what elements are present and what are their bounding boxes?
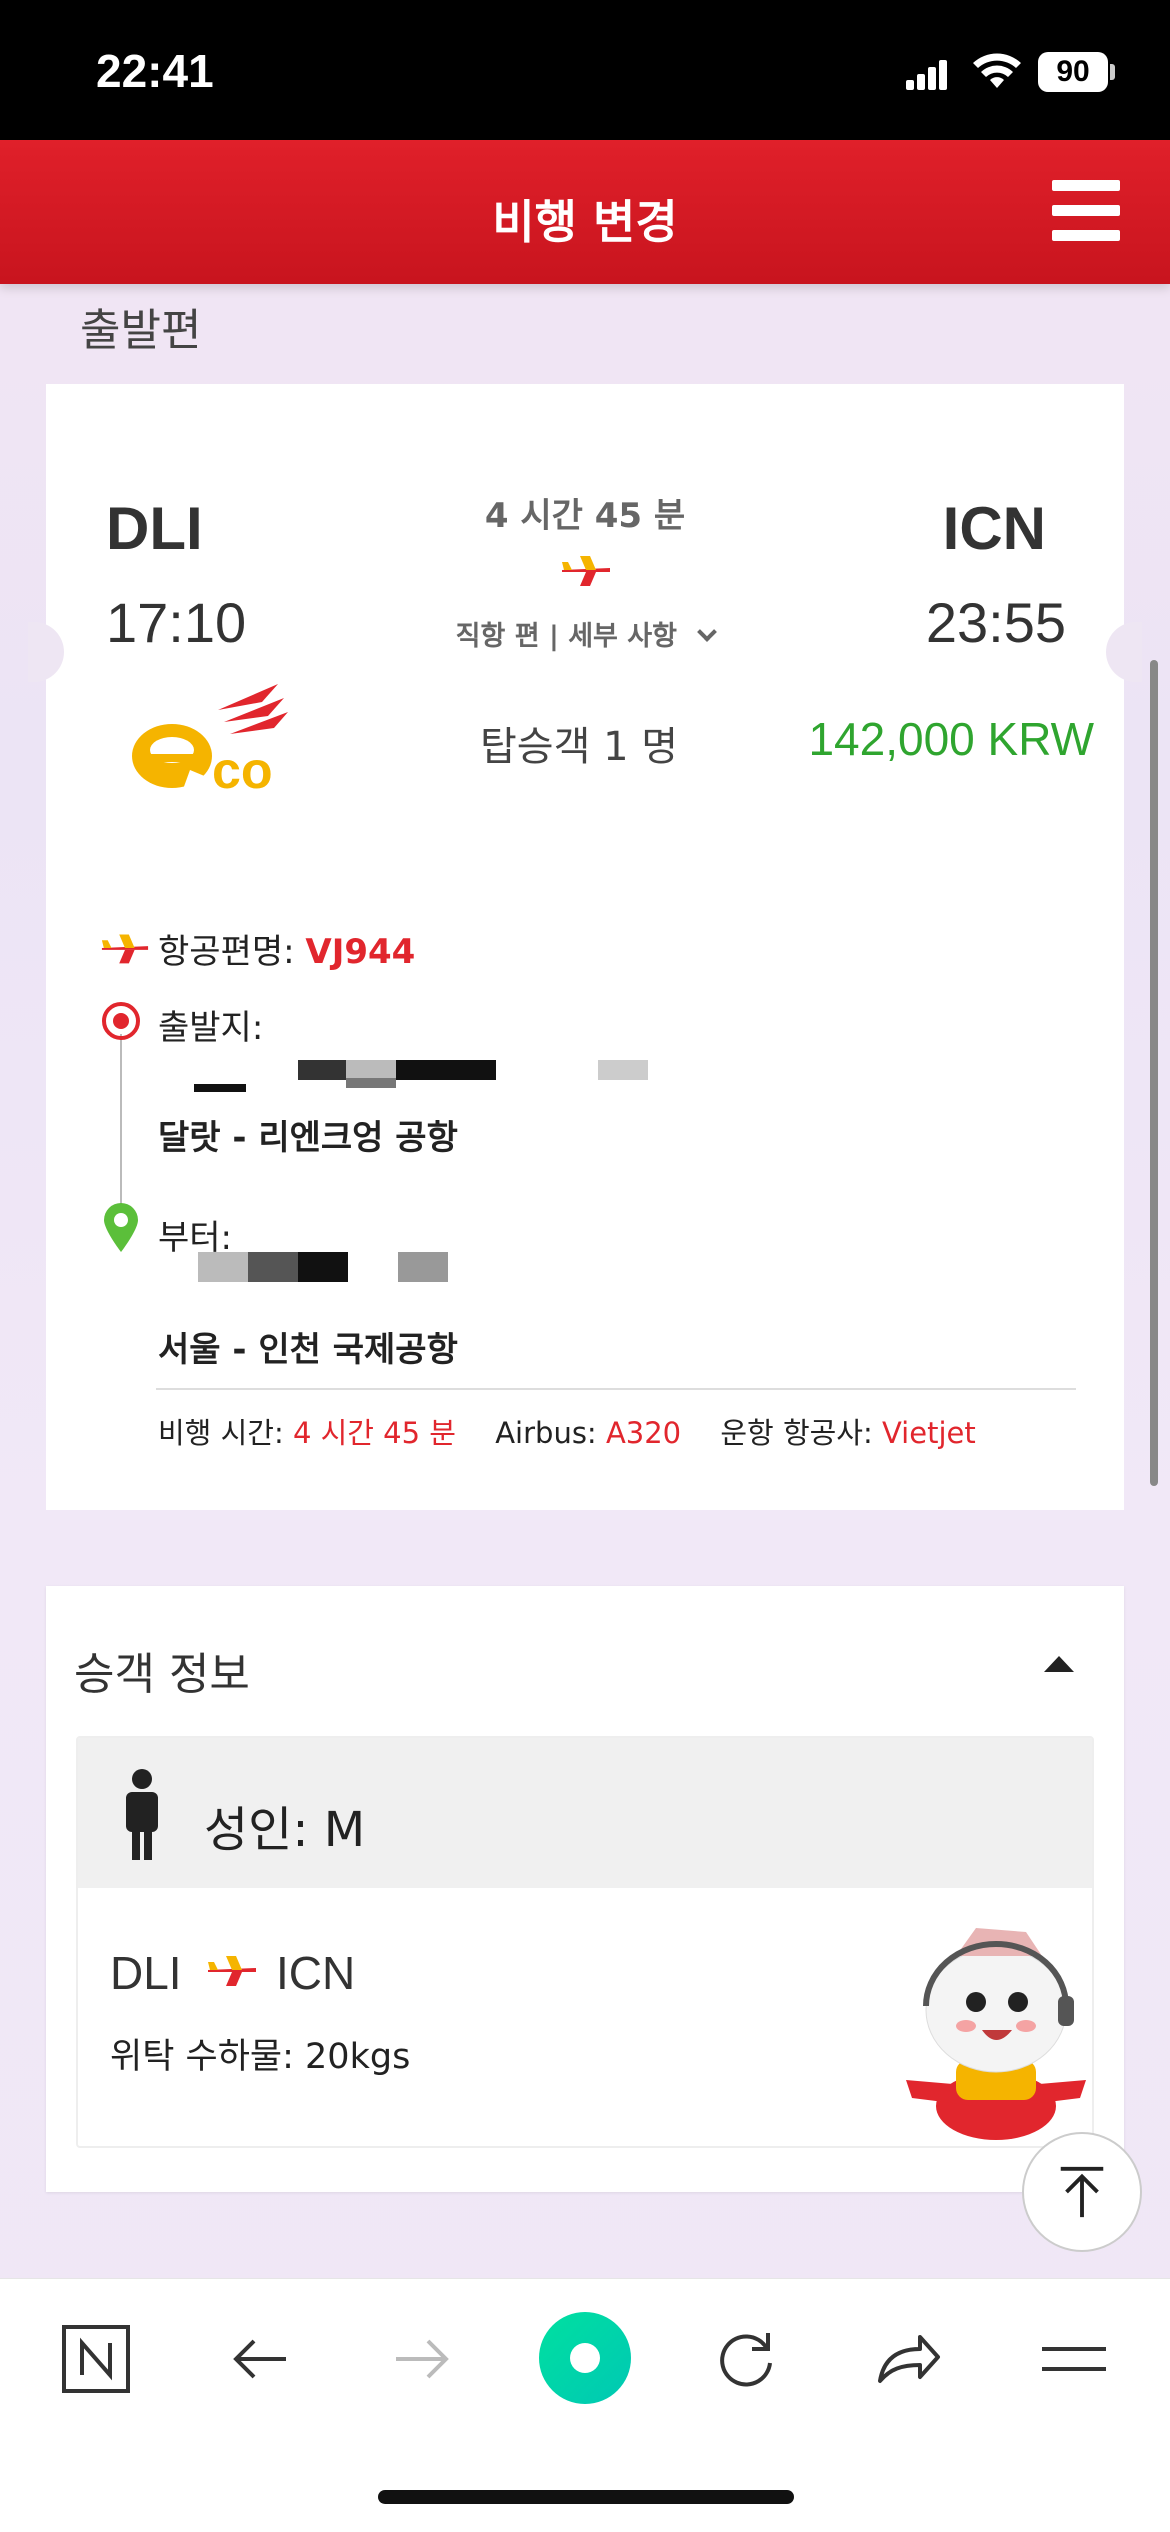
scroll-to-top-button[interactable] [1022,2132,1142,2252]
departure-label: 출발지: [158,1008,264,1048]
page-title: 비행 변경 [492,195,678,249]
forward-icon[interactable] [386,2323,458,2395]
app-header: 비행 변경 [0,140,1170,284]
direct-details-label: 직항 편 | 세부 사항 [455,621,677,652]
menu-icon[interactable] [1038,2323,1110,2395]
aircraft-label: Airbus: [495,1416,597,1450]
flight-time: 4 시간 45 분 [292,1416,456,1450]
chevron-down-icon [697,622,718,642]
section-label-departure: 출발편 [80,305,202,356]
home-indicator [378,2490,794,2504]
origin-dot-icon [102,1002,140,1040]
operator-label: 운항 항공사: [720,1416,873,1450]
battery-icon: 90 [1038,52,1108,92]
status-time: 22:41 [96,45,214,97]
passenger-info-title: 승객 정보 [74,1649,250,1700]
plane-icon [562,556,610,586]
flight-duration: 4 시간 45 분 [484,496,686,536]
scrollbar[interactable] [1150,660,1158,1486]
share-icon[interactable] [872,2323,944,2395]
battery-tip [1110,64,1115,80]
location-pin-icon [104,1203,138,1252]
flight-card: DLI 17:10 ICN 23:55 4 시간 45 분 직항 편 | 세부 … [28,384,1142,1510]
person-icon [126,1769,158,1860]
passenger-count: 탑승객 1 명 [480,724,679,770]
flight-number-label: 항공편명: [158,932,295,972]
checked-baggage: 위탁 수하물: 20kgs [110,2037,411,2077]
passenger-header: 성인: M [78,1738,1092,1888]
adult-passenger-name: 성인: M [204,1802,366,1858]
back-icon[interactable] [224,2323,296,2395]
collapse-caret-icon[interactable] [1044,1656,1074,1672]
scroll-top-icon [1060,2166,1104,2218]
signal-icon [906,58,948,90]
arrival-airport: 서울 - 인천 국제공항 [158,1330,458,1370]
plane-icon [101,934,149,964]
flight-meta-row: 비행 시간: 4 시간 45 분 Airbus: A320 운항 항공사: Vi… [158,1410,1006,1452]
hamburger-icon[interactable] [1052,180,1120,242]
route-origin: DLI [110,1947,182,1999]
aircraft-model: A320 [605,1416,682,1450]
route-timeline [120,1034,122,1222]
svg-text:co: co [212,742,273,796]
fare-price: 142,000 KRW [808,713,1094,765]
green-dot-button[interactable] [538,2311,632,2405]
direct-flight-details-toggle[interactable]: 직항 편 | 세부 사항 [46,614,1124,653]
plane-icon [208,1956,256,1986]
departure-airport: 달랏 - 리엔크엉 공항 [158,1118,458,1158]
naver-home-icon[interactable] [60,2323,132,2395]
wifi-icon [973,53,1021,88]
divider [156,1388,1076,1390]
passenger-info-card: 승객 정보 성인: M DLI ICN 위탁 수하물: 20kgs [46,1586,1124,2192]
eco-fare-logo: co [132,684,288,796]
reload-icon[interactable] [710,2323,782,2395]
operator-name: Vietjet [881,1416,976,1450]
flight-number-row: 항공편명: VJ944 [158,924,415,973]
flight-time-label: 비행 시간: [158,1416,284,1450]
passenger-panel: 성인: M DLI ICN 위탁 수하물: 20kgs [76,1736,1094,2148]
status-bar: 22:41 90 [0,0,1170,140]
flight-number: VJ944 [305,932,416,972]
mascot-illustration [906,1928,1086,2140]
route-destination: ICN [276,1947,356,1999]
